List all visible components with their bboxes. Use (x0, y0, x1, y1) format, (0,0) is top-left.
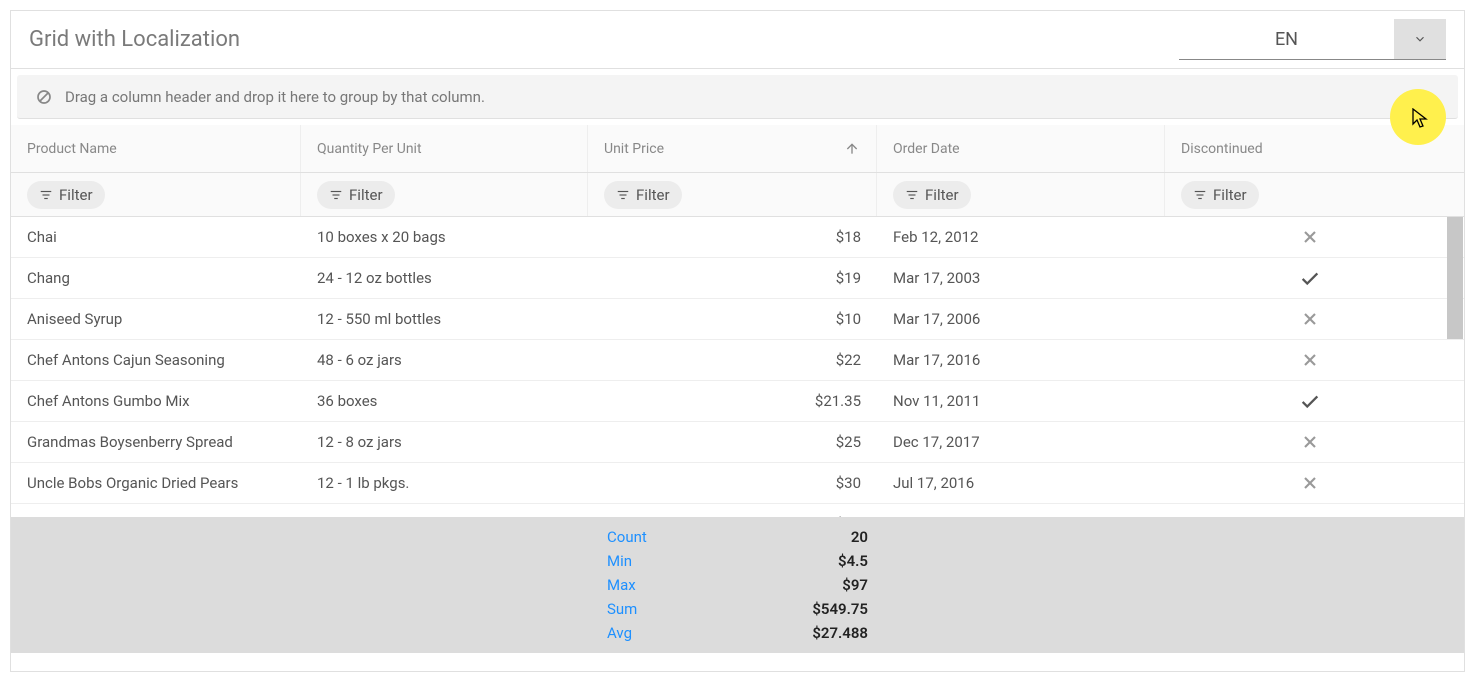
cell-order-date: Jul 17, 2016 (877, 463, 1165, 503)
data-grid: Product Name Quantity Per Unit Unit Pric… (11, 125, 1464, 653)
cell-order-date: Mar 17, 2016 (877, 340, 1165, 380)
cell-product-name: Uncle Bobs Organic Dried Pears (11, 463, 301, 503)
filter-icon (905, 188, 919, 202)
filter-chip-discontinued[interactable]: Filter (1181, 181, 1259, 209)
close-icon (1300, 473, 1320, 493)
table-row[interactable]: Grandmas Boysenberry Spread12 - 8 oz jar… (11, 422, 1464, 463)
panel-header: Grid with Localization EN (11, 11, 1464, 69)
close-icon (1300, 350, 1320, 370)
table-row[interactable]: Northwoods Cranberry Sauce12 - 12 oz jar… (11, 504, 1464, 517)
summary-value-max: $97 (656, 576, 876, 594)
cell-discontinued (1165, 340, 1455, 380)
close-icon (1300, 309, 1320, 329)
cell-quantity: 12 - 550 ml bottles (301, 299, 588, 339)
scrollbar-thumb[interactable] (1447, 217, 1463, 339)
summary-value-min: $4.5 (656, 552, 876, 570)
summary-label-max: Max (11, 576, 656, 594)
cell-product-name: Chef Antons Cajun Seasoning (11, 340, 301, 380)
grid-body-viewport: Chai10 boxes x 20 bags$18Feb 12, 2012Cha… (11, 217, 1464, 517)
cell-product-name: Northwoods Cranberry Sauce (11, 504, 301, 517)
cell-quantity: 10 boxes x 20 bags (301, 217, 588, 257)
cell-quantity: 12 - 8 oz jars (301, 422, 588, 462)
table-row[interactable]: Chai10 boxes x 20 bags$18Feb 12, 2012 (11, 217, 1464, 258)
cell-product-name: Chang (11, 258, 301, 298)
cell-quantity: 48 - 6 oz jars (301, 340, 588, 380)
cell-product-name: Grandmas Boysenberry Spread (11, 422, 301, 462)
cell-unit-price: $10 (588, 299, 877, 339)
close-icon (1300, 432, 1320, 452)
column-header-unit-price[interactable]: Unit Price (588, 125, 877, 172)
cell-order-date: Mar 17, 2006 (877, 299, 1165, 339)
table-row[interactable]: Chef Antons Cajun Seasoning48 - 6 oz jar… (11, 340, 1464, 381)
summary-value-count: 20 (656, 528, 876, 546)
summary-value-sum: $549.75 (656, 600, 876, 618)
chevron-down-icon[interactable] (1394, 19, 1446, 59)
cell-unit-price: $22 (588, 340, 877, 380)
filter-icon (39, 188, 53, 202)
filter-chip-quantity[interactable]: Filter (317, 181, 395, 209)
sort-ascending-icon (844, 141, 860, 157)
summary-label-count: Count (11, 528, 656, 546)
filter-chip-unit-price[interactable]: Filter (604, 181, 682, 209)
cell-discontinued (1165, 504, 1455, 517)
cell-product-name: Aniseed Syrup (11, 299, 301, 339)
cell-quantity: 24 - 12 oz bottles (301, 258, 588, 298)
cell-order-date: Nov 11, 2011 (877, 381, 1165, 421)
summary-value-avg: $27.488 (656, 624, 876, 642)
cell-product-name: Chef Antons Gumbo Mix (11, 381, 301, 421)
group-disabled-icon (35, 88, 53, 106)
filter-icon (1193, 188, 1207, 202)
close-icon (1300, 514, 1320, 517)
cell-order-date: Dec 17, 2017 (877, 422, 1165, 462)
cell-order-date: Jan 17, 2018 (877, 504, 1165, 517)
cell-unit-price: $19 (588, 258, 877, 298)
cell-discontinued (1165, 258, 1455, 298)
summary-label-avg: Avg (11, 624, 656, 642)
group-by-prompt: Drag a column header and drop it here to… (65, 88, 485, 106)
grid-header-row: Product Name Quantity Per Unit Unit Pric… (11, 125, 1464, 173)
table-row[interactable]: Chang24 - 12 oz bottles$19Mar 17, 2003 (11, 258, 1464, 299)
cell-order-date: Mar 17, 2003 (877, 258, 1165, 298)
check-icon (1299, 267, 1321, 289)
group-by-drop-area[interactable]: Drag a column header and drop it here to… (17, 75, 1458, 119)
cell-unit-price: $30 (588, 463, 877, 503)
filter-chip-product-name[interactable]: Filter (27, 181, 105, 209)
cursor-highlight-icon (1390, 89, 1446, 145)
grid-filter-row: Filter Filter Filter Filter (11, 173, 1464, 217)
cell-discontinued (1165, 217, 1455, 257)
column-header-product-name[interactable]: Product Name (11, 125, 301, 172)
column-header-quantity[interactable]: Quantity Per Unit (301, 125, 588, 172)
cell-quantity: 12 - 12 oz jars (301, 504, 588, 517)
cell-unit-price: $40 (588, 504, 877, 517)
cell-quantity: 12 - 1 lb pkgs. (301, 463, 588, 503)
summary-label-min: Min (11, 552, 656, 570)
cell-discontinued (1165, 299, 1455, 339)
vertical-scrollbar[interactable] (1446, 217, 1464, 517)
cell-unit-price: $18 (588, 217, 877, 257)
language-select[interactable]: EN (1179, 20, 1446, 60)
localization-grid-panel: Grid with Localization EN Drag a column … (10, 10, 1465, 672)
summary-label-sum: Sum (11, 600, 656, 618)
table-row[interactable]: Chef Antons Gumbo Mix36 boxes$21.35Nov 1… (11, 381, 1464, 422)
cell-discontinued (1165, 422, 1455, 462)
cell-order-date: Feb 12, 2012 (877, 217, 1165, 257)
filter-icon (329, 188, 343, 202)
table-row[interactable]: Aniseed Syrup12 - 550 ml bottles$10Mar 1… (11, 299, 1464, 340)
cell-quantity: 36 boxes (301, 381, 588, 421)
panel-title: Grid with Localization (29, 27, 240, 52)
cell-unit-price: $25 (588, 422, 877, 462)
table-row[interactable]: Uncle Bobs Organic Dried Pears12 - 1 lb … (11, 463, 1464, 504)
close-icon (1300, 227, 1320, 247)
cell-unit-price: $21.35 (588, 381, 877, 421)
filter-chip-order-date[interactable]: Filter (893, 181, 971, 209)
language-value: EN (1179, 21, 1394, 58)
grid-summary-footer: Count 20 Min $4.5 Max $97 Sum $549.75 Av… (11, 517, 1464, 653)
column-header-order-date[interactable]: Order Date (877, 125, 1165, 172)
filter-icon (616, 188, 630, 202)
check-icon (1299, 390, 1321, 412)
cell-product-name: Chai (11, 217, 301, 257)
cell-discontinued (1165, 381, 1455, 421)
cell-discontinued (1165, 463, 1455, 503)
